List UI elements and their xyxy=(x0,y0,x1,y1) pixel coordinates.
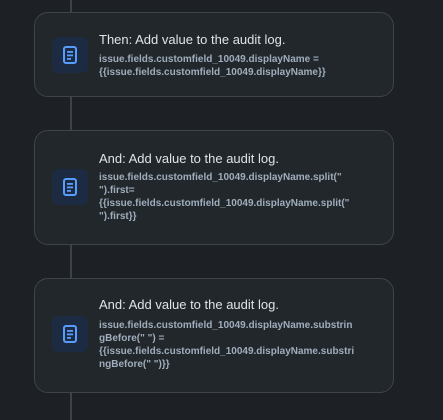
flow-connector-bottom xyxy=(70,392,72,420)
action-title: Then: Add value to the audit log. xyxy=(99,32,286,47)
action-detail: issue.fields.customfield_10049.displayNa… xyxy=(99,54,326,78)
action-detail: issue.fields.customfield_10049.displayNa… xyxy=(99,320,355,370)
flow-connector-1-2 xyxy=(70,96,72,130)
document-log-icon xyxy=(52,37,88,73)
action-title: And: Add value to the audit log. xyxy=(99,297,279,312)
action-title: And: Add value to the audit log. xyxy=(99,151,279,166)
action-detail: issue.fields.customfield_10049.displayNa… xyxy=(99,172,350,222)
document-log-icon xyxy=(52,169,88,205)
flow-connector-top xyxy=(70,0,72,12)
document-log-icon xyxy=(52,316,88,352)
audit-log-action-card[interactable]: And: Add value to the audit log. issue.f… xyxy=(34,130,394,245)
audit-log-action-card[interactable]: Then: Add value to the audit log. issue.… xyxy=(34,12,394,97)
audit-log-action-card[interactable]: And: Add value to the audit log. issue.f… xyxy=(34,278,394,393)
flow-connector-2-3 xyxy=(70,244,72,278)
